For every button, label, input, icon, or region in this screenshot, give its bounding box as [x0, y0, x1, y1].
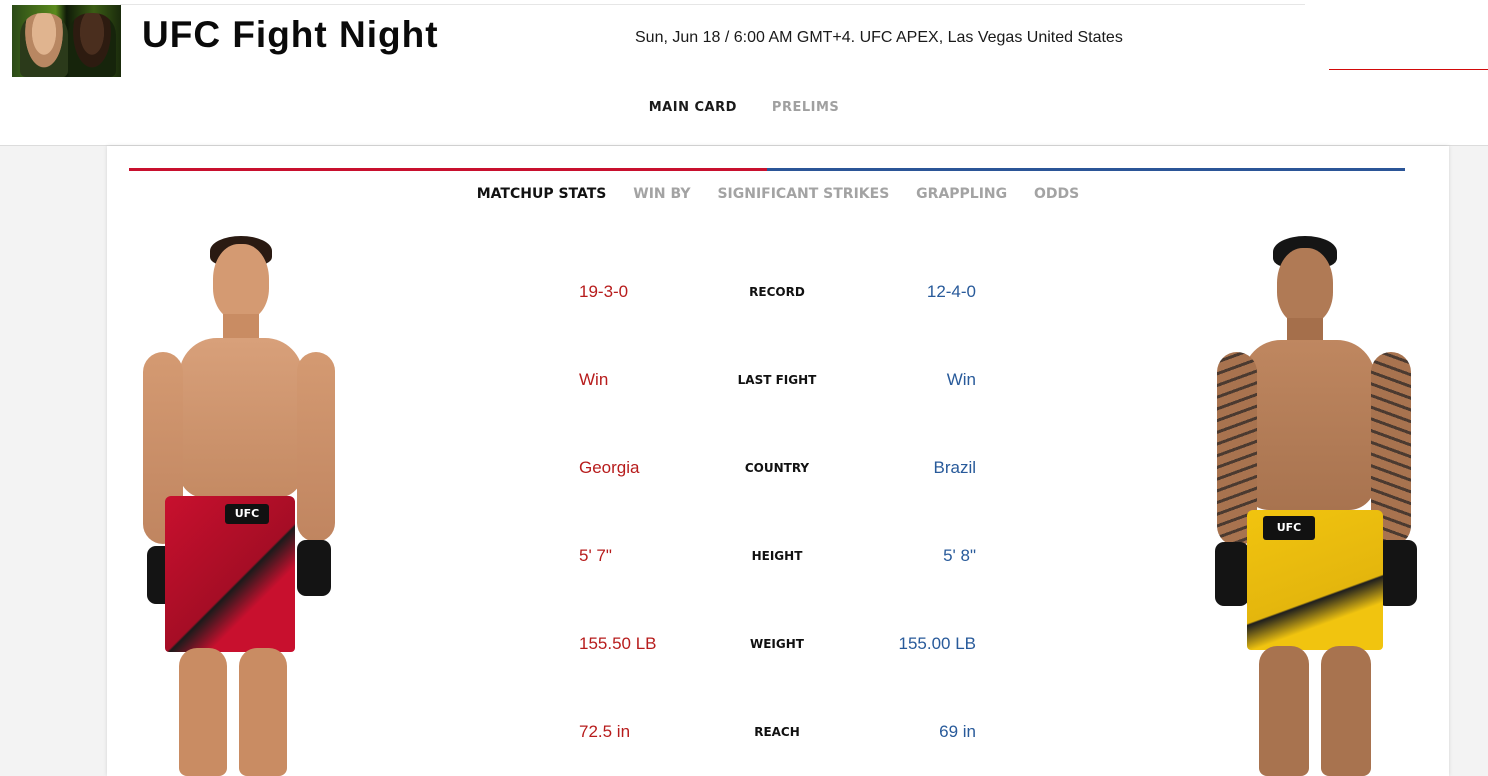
tab-grappling[interactable]: GRAPPLING — [916, 186, 1007, 202]
stat-label-record: RECORD — [749, 285, 805, 299]
red-right-glove — [297, 540, 331, 596]
red-corner-fighter-image[interactable]: UFC — [139, 234, 339, 776]
header-divider — [120, 4, 1305, 5]
event-header: UFC Fight Night Sun, Jun 18 / 6:00 AM GM… — [0, 0, 1488, 146]
blue-weight-value: 155.00 LB — [898, 634, 976, 653]
red-shorts-logo: UFC — [234, 507, 260, 520]
header-accent-line — [1329, 69, 1488, 70]
tab-prelims[interactable]: PRELIMS — [772, 100, 839, 115]
tab-main-card[interactable]: MAIN CARD — [649, 100, 737, 115]
blue-record-value: 12-4-0 — [926, 282, 976, 301]
stat-label-last-fight: LAST FIGHT — [737, 373, 817, 387]
red-corner-bar — [129, 168, 767, 171]
red-reach-value: 72.5 in — [579, 722, 631, 741]
blue-right-glove — [1377, 540, 1417, 606]
stat-label-height: HEIGHT — [751, 549, 803, 563]
blue-left-glove — [1215, 542, 1249, 606]
stat-label-country: COUNTRY — [744, 461, 810, 475]
blue-height-value: 5' 8" — [943, 546, 976, 565]
card-tabs: MAIN CARD PRELIMS — [0, 100, 1488, 115]
blue-corner-fighter-image[interactable]: UFC — [1211, 234, 1419, 776]
blue-corner-bar — [767, 168, 1405, 171]
red-height-value: 5' 7" — [579, 546, 612, 565]
stat-label-weight: WEIGHT — [750, 637, 804, 651]
tab-significant-strikes[interactable]: SIGNIFICANT STRIKES — [717, 186, 889, 202]
red-country-value: Georgia — [579, 458, 640, 477]
blue-last-fight-value: Win — [946, 370, 976, 389]
blue-reach-value: 69 in — [939, 722, 976, 741]
stat-label-reach: REACH — [754, 725, 800, 739]
event-title: UFC Fight Night — [142, 14, 439, 55]
tab-matchup-stats[interactable]: MATCHUP STATS — [477, 186, 607, 202]
thumbnail-fighter-right — [68, 13, 116, 77]
red-last-fight-value: Win — [579, 370, 609, 389]
event-date-location: Sun, Jun 18 / 6:00 AM GMT+4. UFC APEX, L… — [635, 29, 1123, 46]
red-record-value: 19-3-0 — [579, 282, 629, 301]
tab-win-by[interactable]: WIN BY — [633, 186, 690, 202]
blue-shorts-logo: UFC — [1276, 521, 1302, 534]
tab-odds[interactable]: ODDS — [1034, 186, 1079, 202]
red-weight-value: 155.50 LB — [579, 634, 657, 653]
event-thumbnail[interactable] — [12, 5, 121, 77]
stat-tabs: MATCHUP STATS WIN BY SIGNIFICANT STRIKES… — [107, 186, 1449, 202]
matchup-panel: MATCHUP STATS WIN BY SIGNIFICANT STRIKES… — [107, 146, 1449, 776]
thumbnail-fighter-left — [20, 13, 68, 77]
blue-country-value: Brazil — [933, 458, 976, 477]
